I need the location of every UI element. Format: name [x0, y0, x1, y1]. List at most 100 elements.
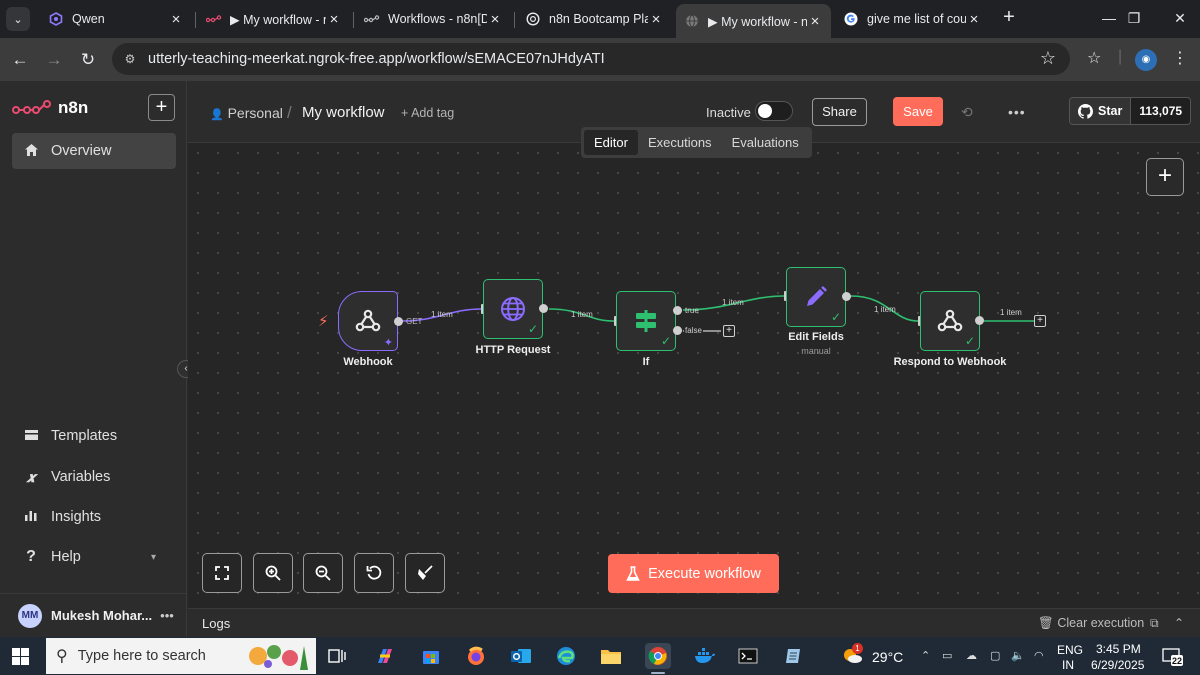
outlook-icon[interactable]	[508, 643, 534, 669]
task-view-icon[interactable]	[324, 643, 350, 669]
edge-icon[interactable]	[553, 643, 579, 669]
firefox-icon[interactable]	[463, 643, 489, 669]
share-button[interactable]: Share	[812, 98, 867, 126]
github-star-button[interactable]: Star 113,075	[1069, 97, 1192, 125]
address-bar[interactable]: ⚙ utterly-teaching-meerkat.ngrok-free.ap…	[112, 43, 1070, 75]
tab-editor[interactable]: Editor	[584, 130, 638, 155]
logs-title: Logs	[202, 616, 231, 631]
execute-workflow-button[interactable]: Execute workflow	[608, 554, 779, 593]
reset-zoom-button[interactable]	[354, 553, 394, 593]
add-node-after-respond[interactable]: +	[1034, 315, 1046, 327]
taskbar-search[interactable]: ⚲ Type here to search	[46, 638, 316, 674]
notes-app-icon[interactable]	[781, 643, 807, 669]
browser-tab-qwen[interactable]: Qwen ×	[40, 4, 192, 34]
wifi-icon[interactable]: ◠	[1034, 649, 1044, 662]
more-options-icon[interactable]: •••	[160, 608, 174, 623]
node-respond-to-webhook[interactable]: ✓	[920, 291, 980, 351]
chevron-down-icon: ▾	[150, 551, 156, 563]
clock-time[interactable]: 3:45 PM	[1096, 642, 1141, 656]
webhook-output-port[interactable]	[394, 317, 403, 326]
browser-tab-workflows[interactable]: Workflows - n8n[D ×	[356, 4, 511, 34]
new-tab-button[interactable]: +	[998, 7, 1020, 29]
weather-widget[interactable]: 1 29°C	[840, 643, 903, 668]
chevron-up-icon[interactable]: ⌃	[1174, 616, 1184, 630]
workflow-name[interactable]: My workflow	[302, 104, 385, 121]
respond-output-port[interactable]	[975, 316, 984, 325]
sidebar-item-variables[interactable]: 𝒙 Variables	[12, 459, 176, 495]
http-output-port[interactable]	[539, 304, 548, 313]
close-tab-icon[interactable]: ×	[326, 11, 342, 28]
notifications-button[interactable]: 22	[1162, 647, 1184, 670]
speaker-icon[interactable]: 🔈	[1011, 649, 1025, 662]
workflow-canvas[interactable]: + ⚡ ✦ GET Webhook 1 item ✓ HTTP Request …	[188, 143, 1200, 608]
file-explorer-icon[interactable]	[598, 643, 624, 669]
display-icon[interactable]: ▢	[990, 649, 1000, 662]
profile-avatar[interactable]: ◉	[1135, 49, 1157, 71]
restore-button[interactable]: ❐	[1114, 6, 1154, 30]
if-true-port[interactable]	[673, 306, 682, 315]
browser-tab-google[interactable]: give me list of cou ×	[835, 4, 990, 34]
back-button[interactable]: ←	[7, 47, 33, 73]
browser-tab-active[interactable]: ▶ My workflow - n8n ×	[676, 4, 831, 38]
logs-panel-bar[interactable]: Logs 🗑 Clear execution ⧉ ⌃	[188, 608, 1200, 637]
if-false-port[interactable]	[673, 326, 682, 335]
site-info-icon[interactable]: ⚙	[122, 51, 138, 67]
chevron-up-icon[interactable]: ⌃	[921, 649, 930, 662]
create-button[interactable]: +	[148, 94, 175, 121]
tab-executions[interactable]: Executions	[638, 130, 722, 155]
pop-out-icon[interactable]: ⧉	[1150, 616, 1159, 631]
sidebar-item-overview[interactable]: Overview	[12, 133, 176, 169]
close-tab-icon[interactable]: ×	[487, 11, 503, 28]
copilot-icon[interactable]	[372, 643, 398, 669]
close-tab-icon[interactable]: ×	[807, 13, 823, 30]
zoom-out-icon	[315, 565, 331, 581]
edge-item-count: 1 item	[1000, 308, 1022, 317]
bookmarks-icon[interactable]: ☆	[1087, 48, 1101, 68]
chrome-icon[interactable]	[645, 643, 671, 669]
add-node-false-branch[interactable]: +	[723, 325, 735, 337]
tab-search-button[interactable]: ⌄	[6, 7, 30, 31]
battery-icon[interactable]: ▭	[942, 649, 952, 662]
tidy-up-button[interactable]	[405, 553, 445, 593]
clear-execution-button[interactable]: 🗑 Clear execution	[1038, 616, 1144, 631]
user-menu[interactable]: MM Mukesh Mohar... •••	[0, 593, 187, 637]
reload-button[interactable]: ↻	[75, 47, 101, 73]
node-if[interactable]: ✓	[616, 291, 676, 351]
language-indicator[interactable]: ENG	[1057, 643, 1083, 657]
bookmark-star-icon[interactable]: ☆	[1040, 48, 1056, 69]
forward-button[interactable]: →	[41, 47, 67, 73]
zoom-out-button[interactable]	[303, 553, 343, 593]
close-tab-icon[interactable]: ×	[168, 11, 184, 28]
activate-toggle[interactable]	[755, 101, 793, 121]
sidebar-item-insights[interactable]: Insights	[12, 499, 176, 535]
edit-output-port[interactable]	[842, 292, 851, 301]
close-window-button[interactable]: ✕	[1160, 6, 1200, 30]
microsoft-store-icon[interactable]	[418, 643, 444, 669]
node-http-request[interactable]: ✓	[483, 279, 543, 339]
browser-tab-my-workflow[interactable]: ▶ My workflow - n8n ×	[198, 4, 350, 34]
more-options-icon[interactable]: •••	[1008, 104, 1026, 120]
terminal-icon[interactable]	[735, 643, 761, 669]
add-tag-button[interactable]: + Add tag	[401, 106, 454, 120]
sidebar-item-help[interactable]: ? Help ▾	[12, 539, 176, 575]
sidebar-item-templates[interactable]: Templates	[12, 418, 176, 454]
search-highlight-illustration-icon	[249, 645, 308, 670]
windows-start-icon[interactable]	[12, 648, 29, 665]
close-tab-icon[interactable]: ×	[966, 11, 982, 28]
n8n-logo[interactable]: n8n	[12, 98, 88, 118]
fit-view-button[interactable]	[202, 553, 242, 593]
user-icon: 👤	[210, 109, 224, 121]
tab-evaluations[interactable]: Evaluations	[722, 130, 809, 155]
breadcrumb-project[interactable]: 👤 Personal	[210, 105, 283, 121]
history-icon[interactable]: ⟲	[961, 104, 973, 121]
browser-tab-bootcamp[interactable]: n8n Bootcamp Plan ×	[517, 4, 672, 34]
close-tab-icon[interactable]: ×	[648, 11, 664, 28]
url-text[interactable]: utterly-teaching-meerkat.ngrok-free.app/…	[148, 51, 605, 67]
save-button[interactable]: Save	[893, 97, 943, 126]
node-webhook[interactable]: ✦	[338, 291, 398, 351]
browser-menu-icon[interactable]: ⋮	[1172, 48, 1188, 68]
zoom-in-button[interactable]	[253, 553, 293, 593]
docker-icon[interactable]	[692, 643, 718, 669]
cloud-icon[interactable]: ☁	[966, 649, 977, 662]
node-edit-fields[interactable]: ✓	[786, 267, 846, 327]
